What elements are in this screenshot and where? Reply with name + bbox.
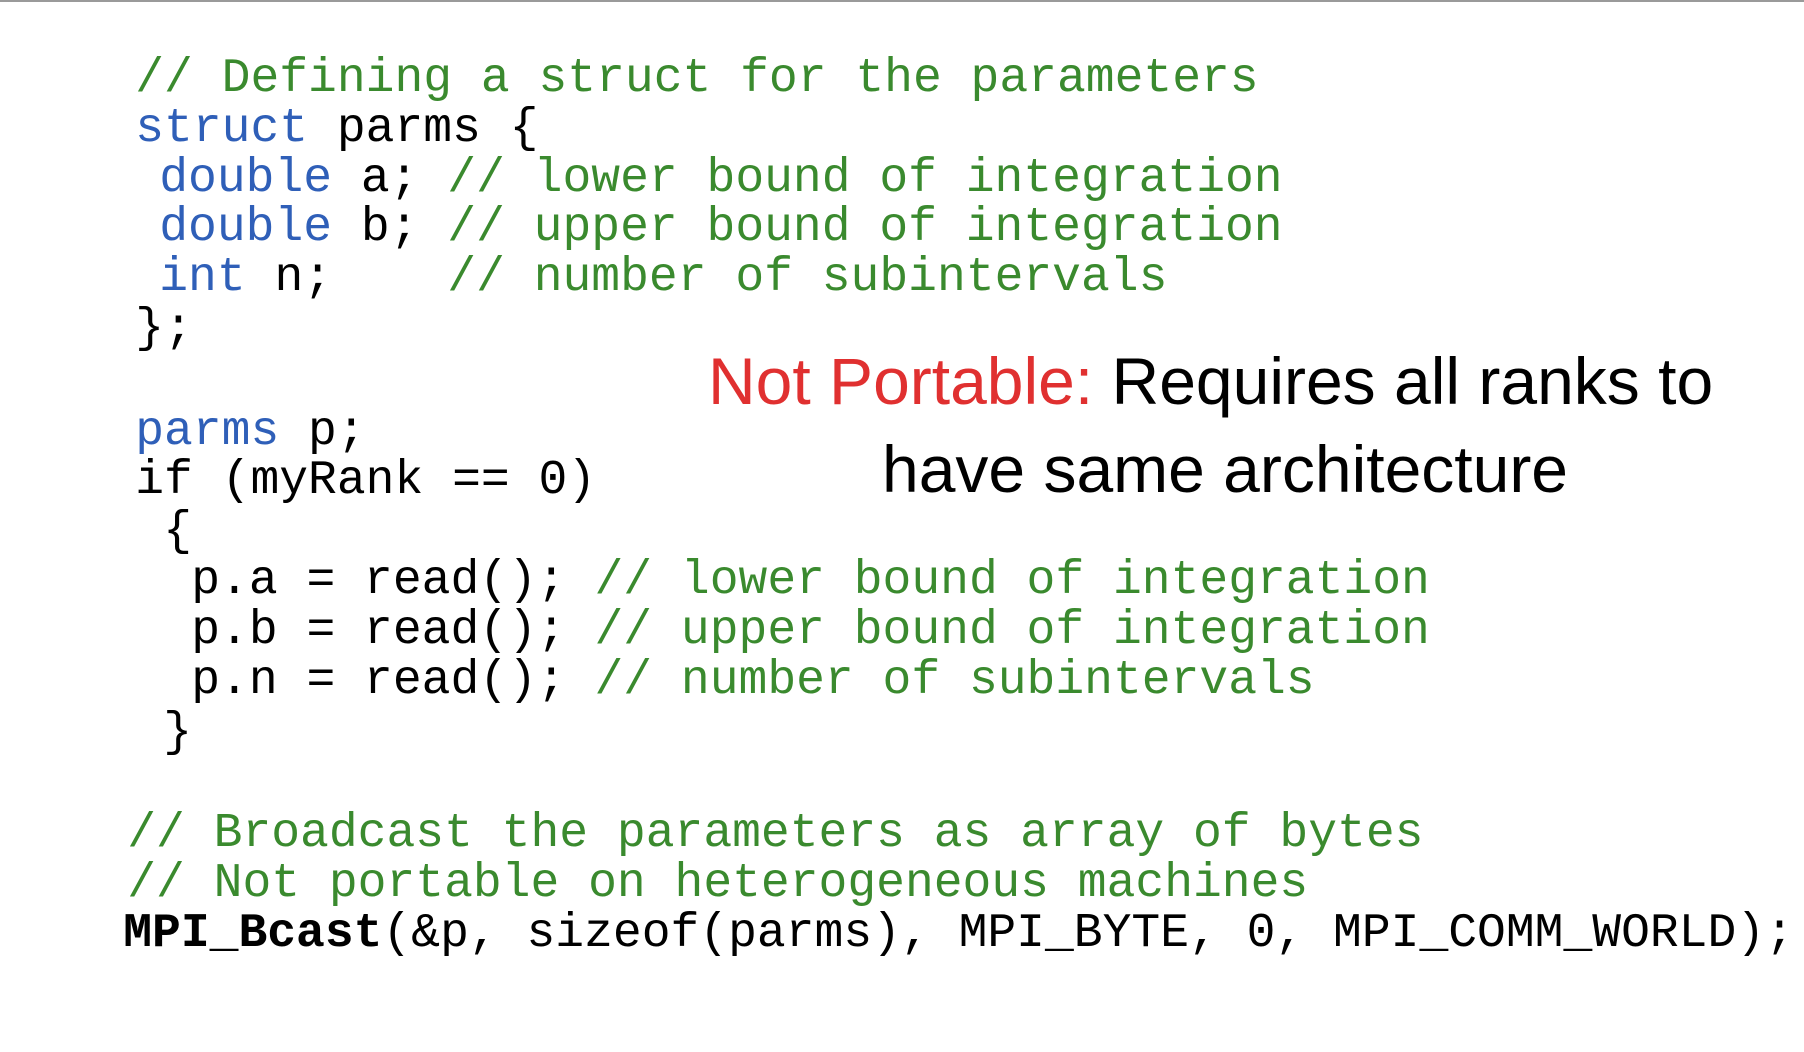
portability-note-line2: have same architecture <box>882 426 1568 512</box>
code-text: (&p, sizeof(parms), MPI_BYTE, 0, MPI_COM… <box>382 907 1794 961</box>
portability-note-line1: Not Portable: Requires all ranks to <box>708 338 1713 424</box>
code-function: MPI_Bcast <box>123 907 383 961</box>
not-portable-label: Not Portable: <box>708 344 1094 418</box>
code-comment: // number of subintervals <box>594 654 1315 708</box>
code-comment: // number of subintervals <box>447 251 1168 305</box>
code-line: MPI_Bcast(&p, sizeof(parms), MPI_BYTE, 0… <box>8 849 1794 1020</box>
code-text: p.n = read(); <box>191 654 595 708</box>
note-text: Requires all ranks to <box>1093 344 1714 418</box>
code-line: p.n = read(); // number of subintervals <box>76 596 1315 767</box>
note-text: have same architecture <box>882 432 1569 506</box>
code-text: n; <box>245 251 448 305</box>
code-block: // Defining a struct for the parameters … <box>0 0 1794 969</box>
